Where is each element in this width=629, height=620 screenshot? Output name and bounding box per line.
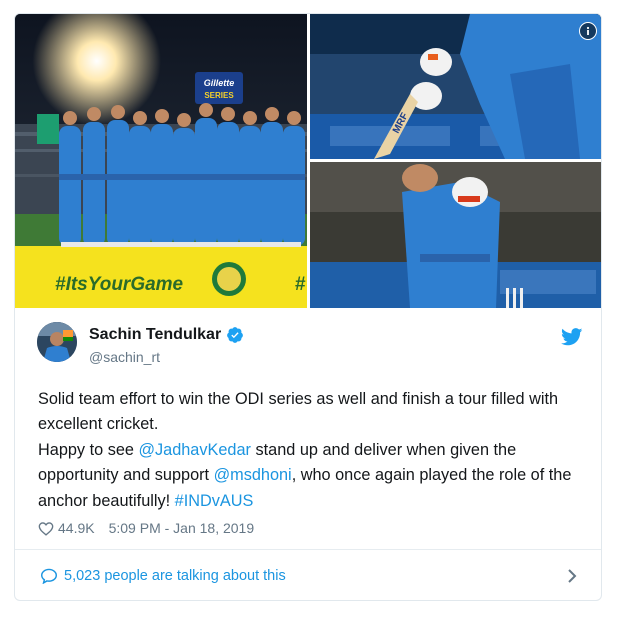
hashtag-banner: #ItsYourGame — [55, 274, 184, 295]
batting-photo-bottom[interactable] — [310, 162, 601, 308]
tweet-header: Sachin Tendulkar @sachin_rt — [15, 308, 601, 378]
ad-board-brand: Gillette — [204, 78, 235, 88]
media-grid[interactable]: #ItsYourGame # Gillette SERIES MRF — [15, 14, 601, 308]
author-name[interactable]: Sachin Tendulkar — [89, 326, 221, 344]
tweet-meta: 44.9K 5:09 PM - Jan 18, 2019 — [38, 520, 254, 536]
ad-board-sub: SERIES — [204, 91, 234, 100]
author-handle[interactable]: @sachin_rt — [89, 349, 160, 365]
talking-count[interactable]: 5,023 people are talking about this — [64, 568, 286, 584]
like-count[interactable]: 44.9K — [58, 520, 95, 536]
mention-msdhoni[interactable]: @msdhoni — [214, 466, 292, 484]
media-divider-horizontal — [310, 159, 601, 162]
reply-bubble-icon — [40, 568, 58, 584]
tweet-card[interactable]: #ItsYourGame # Gillette SERIES MRF Sachi… — [14, 13, 602, 601]
chevron-right-icon[interactable] — [567, 569, 577, 583]
avatar[interactable] — [37, 322, 77, 362]
heart-icon[interactable] — [38, 521, 54, 536]
players-group — [59, 103, 305, 247]
hashtag-indvaus[interactable]: #INDvAUS — [175, 492, 254, 510]
timestamp[interactable]: 5:09 PM - Jan 18, 2019 — [109, 520, 255, 536]
batting-photo-top[interactable]: MRF — [310, 14, 601, 159]
banner-edge-text: # — [295, 274, 306, 295]
tweet-text-para2: Happy to see @JadhavKedar stand up and d… — [38, 438, 586, 514]
mention-jadhavkedar[interactable]: @JadhavKedar — [138, 441, 250, 459]
verified-badge-icon — [227, 327, 244, 343]
twitter-bird-icon[interactable] — [561, 328, 583, 346]
text-segment: Happy to see — [38, 440, 139, 459]
team-photo[interactable]: #ItsYourGame # Gillette SERIES — [15, 14, 307, 308]
info-icon[interactable] — [579, 22, 597, 40]
tweet-text-line1: Solid team effort to win the ODI series … — [38, 390, 559, 434]
talking-footer[interactable]: 5,023 people are talking about this — [15, 550, 601, 600]
tweet-text: Solid team effort to win the ODI series … — [38, 387, 586, 514]
author-name-row[interactable]: Sachin Tendulkar — [89, 326, 244, 344]
